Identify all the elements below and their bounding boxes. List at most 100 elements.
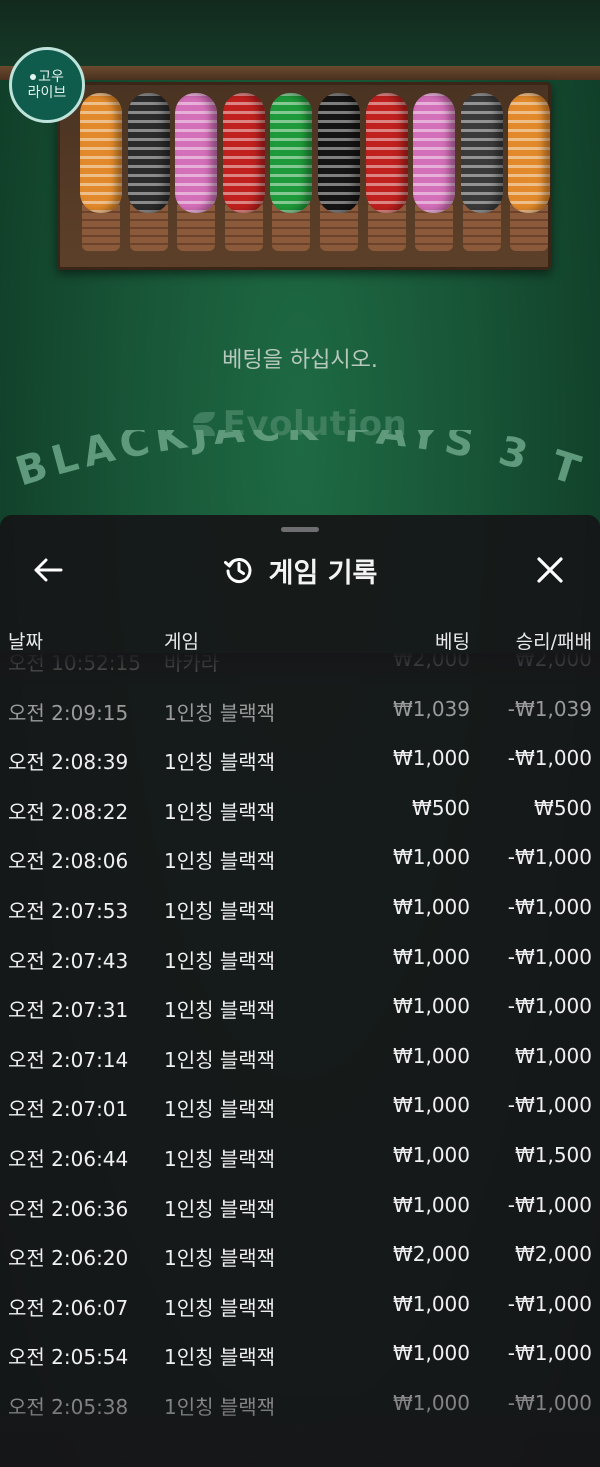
history-cell-result: ₩500 — [534, 795, 592, 820]
column-header-bet[interactable]: 베팅 — [435, 627, 470, 654]
chip-stack — [127, 93, 170, 253]
chip-column — [413, 93, 456, 213]
history-row[interactable]: 오전 2:07:43 1인칭 블랙잭 ₩1,000 -₩1,000 — [0, 932, 600, 982]
chip-column — [318, 93, 360, 213]
history-row[interactable]: 오전 2:06:44 1인칭 블랙잭 ₩1,000 ₩1,500 — [0, 1130, 600, 1180]
back-button[interactable] — [28, 553, 68, 587]
table-top-area — [0, 0, 600, 70]
history-cell-date: 오전 2:07:53 — [8, 899, 129, 923]
history-row[interactable]: 오전 2:07:14 1인칭 블랙잭 ₩1,000 ₩1,000 — [0, 1031, 600, 1081]
history-cell-game: 1인칭 블랙잭 — [164, 1147, 276, 1171]
chip-stack — [222, 93, 265, 253]
history-cell-bet: ₩1,000 — [392, 994, 470, 1019]
history-cell-game: 1인칭 블랙잭 — [164, 1295, 276, 1320]
arrow-left-icon — [34, 558, 63, 582]
history-row[interactable]: 오전 10:52:15 바카라 ₩2,000 ₩2,000 — [0, 653, 600, 684]
history-row[interactable]: 오전 2:08:22 1인칭 블랙잭 ₩500 ₩500 — [0, 783, 600, 833]
history-cell-bet: ₩1,000 — [392, 1291, 470, 1316]
history-row[interactable]: 오전 2:07:53 1인칭 블랙잭 ₩1,000 -₩1,000 — [0, 882, 600, 932]
history-cell-bet: ₩1,000 — [392, 1043, 470, 1068]
chip-column — [508, 93, 551, 213]
sheet-drag-handle[interactable] — [281, 527, 319, 532]
history-cell-bet: ₩1,000 — [392, 944, 470, 969]
history-cell-game: 1인칭 블랙잭 — [164, 1246, 276, 1271]
history-cell-game: 1인칭 블랙잭 — [164, 1395, 276, 1419]
game-history-sheet: 게임 기록 날짜 게임 베팅 승리/패배 오전 10:52:15 바카라 ₩2,00… — [0, 515, 600, 1467]
history-cell-bet: ₩1,000 — [392, 1143, 470, 1167]
history-cell-game: 1인칭 블랙잭 — [164, 1047, 276, 1072]
chip-stack — [318, 93, 360, 253]
history-cell-result: -₩1,039 — [507, 696, 592, 721]
history-table-header: 날짜 게임 베팅 승리/패배 — [0, 623, 600, 653]
history-cell-result: -₩1,000 — [507, 944, 592, 969]
history-row[interactable]: 오전 2:09:15 1인칭 블랙잭 ₩1,039 -₩1,039 — [0, 684, 600, 734]
arc-main-text: BLACKJACK PAYS 3 TO 2 — [0, 430, 585, 496]
history-row[interactable]: 오전 2:05:38 1인칭 블랙잭 ₩1,000 -₩1,000 — [0, 1378, 600, 1423]
history-cell-date: 오전 2:06:44 — [8, 1147, 129, 1171]
history-cell-result: -₩1,000 — [507, 1341, 592, 1366]
history-cell-result: ₩2,000 — [514, 1242, 592, 1267]
column-header-game[interactable]: 게임 — [164, 627, 199, 654]
history-icon — [223, 558, 252, 584]
history-cell-result: -₩1,000 — [507, 845, 592, 870]
history-cell-game: 1인칭 블랙잭 — [164, 1196, 276, 1221]
chip-column — [270, 93, 313, 213]
history-cell-game: 1인칭 블랙잭 — [164, 799, 276, 824]
close-icon — [537, 557, 563, 583]
history-cell-date: 오전 2:08:06 — [8, 849, 129, 874]
chip-stack — [80, 93, 122, 253]
history-cell-game: 1인칭 블랙잭 — [164, 899, 276, 923]
history-cell-result: -₩1,000 — [507, 1391, 592, 1415]
chip-tray — [57, 82, 551, 270]
history-row[interactable]: 오전 2:08:39 1인칭 블랙잭 ₩1,000 -₩1,000 — [0, 733, 600, 783]
svg-text:BLACKJACK PAYS 3 TO 2: BLACKJACK PAYS 3 TO 2 — [0, 430, 591, 496]
history-cell-bet: ₩2,000 — [392, 1242, 470, 1267]
history-cell-date: 오전 2:07:43 — [8, 948, 129, 973]
chip-column — [365, 93, 408, 213]
history-cell-game: 1인칭 블랙잭 — [164, 948, 276, 973]
history-row[interactable]: 오전 2:06:07 1인칭 블랙잭 ₩1,000 -₩1,000 — [0, 1279, 600, 1329]
chip-stack — [460, 93, 503, 253]
history-cell-result: -₩1,000 — [507, 746, 592, 771]
brand-logo-badge[interactable]: 고우 라이브 — [9, 47, 85, 123]
history-row[interactable]: 오전 2:07:31 1인칭 블랙잭 ₩1,000 -₩1,000 — [0, 981, 600, 1031]
table-rail — [0, 66, 600, 80]
history-cell-date: 오전 2:07:14 — [8, 1047, 129, 1072]
history-cell-result: -₩1,000 — [507, 1093, 592, 1118]
history-cell-game: 1인칭 블랙잭 — [164, 998, 276, 1023]
history-table-body[interactable]: 오전 10:52:15 바카라 ₩2,000 ₩2,000 오전 2:09:15 1인칭 … — [0, 653, 600, 1423]
history-cell-date: 오전 2:07:31 — [8, 998, 129, 1023]
history-row[interactable]: 오전 2:06:36 1인칭 블랙잭 ₩1,000 -₩1,000 — [0, 1180, 600, 1230]
history-row[interactable]: 오전 2:08:06 1인칭 블랙잭 ₩1,000 -₩1,000 — [0, 832, 600, 882]
chip-stack — [413, 93, 456, 253]
history-cell-date: 오전 2:05:54 — [8, 1345, 129, 1370]
brand-line2: 라이브 — [27, 85, 67, 101]
history-cell-result: -₩1,000 — [507, 1291, 592, 1316]
chip-stack — [270, 93, 313, 253]
history-cell-date: 오전 2:06:07 — [8, 1295, 129, 1320]
history-row[interactable]: 오전 2:06:20 1인칭 블랙잭 ₩2,000 ₩2,000 — [0, 1229, 600, 1279]
history-cell-result: -₩1,000 — [507, 895, 592, 919]
close-button[interactable] — [530, 551, 570, 589]
history-row[interactable]: 오전 2:05:54 1인칭 블랙잭 ₩1,000 -₩1,000 — [0, 1328, 600, 1378]
history-cell-game: 1인칭 블랙잭 — [164, 700, 276, 725]
chip-column — [222, 93, 265, 213]
column-header-date[interactable]: 날짜 — [8, 627, 43, 654]
chip-stack — [508, 93, 551, 253]
history-cell-game: 1인칭 블랙잭 — [164, 849, 276, 874]
history-cell-date: 오전 2:09:15 — [8, 700, 129, 725]
sheet-header: 게임 기록 — [0, 543, 600, 597]
history-cell-game: 1인칭 블랙잭 — [164, 1345, 276, 1370]
chip-column — [80, 93, 122, 213]
history-cell-date: 오전 10:52:15 — [8, 653, 141, 675]
history-cell-game: 바카라 — [164, 653, 220, 675]
history-cell-date: 오전 2:06:20 — [8, 1246, 129, 1271]
history-row[interactable]: 오전 2:07:01 1인칭 블랙잭 ₩1,000 -₩1,000 — [0, 1080, 600, 1130]
history-cell-date: 오전 2:06:36 — [8, 1196, 129, 1221]
chip-column — [175, 93, 218, 213]
history-cell-result: ₩2,000 — [514, 653, 592, 671]
chip-column — [460, 93, 503, 213]
column-header-result[interactable]: 승리/패배 — [516, 627, 592, 654]
history-cell-bet: ₩1,000 — [392, 1341, 470, 1366]
history-cell-bet: ₩1,000 — [392, 746, 470, 771]
